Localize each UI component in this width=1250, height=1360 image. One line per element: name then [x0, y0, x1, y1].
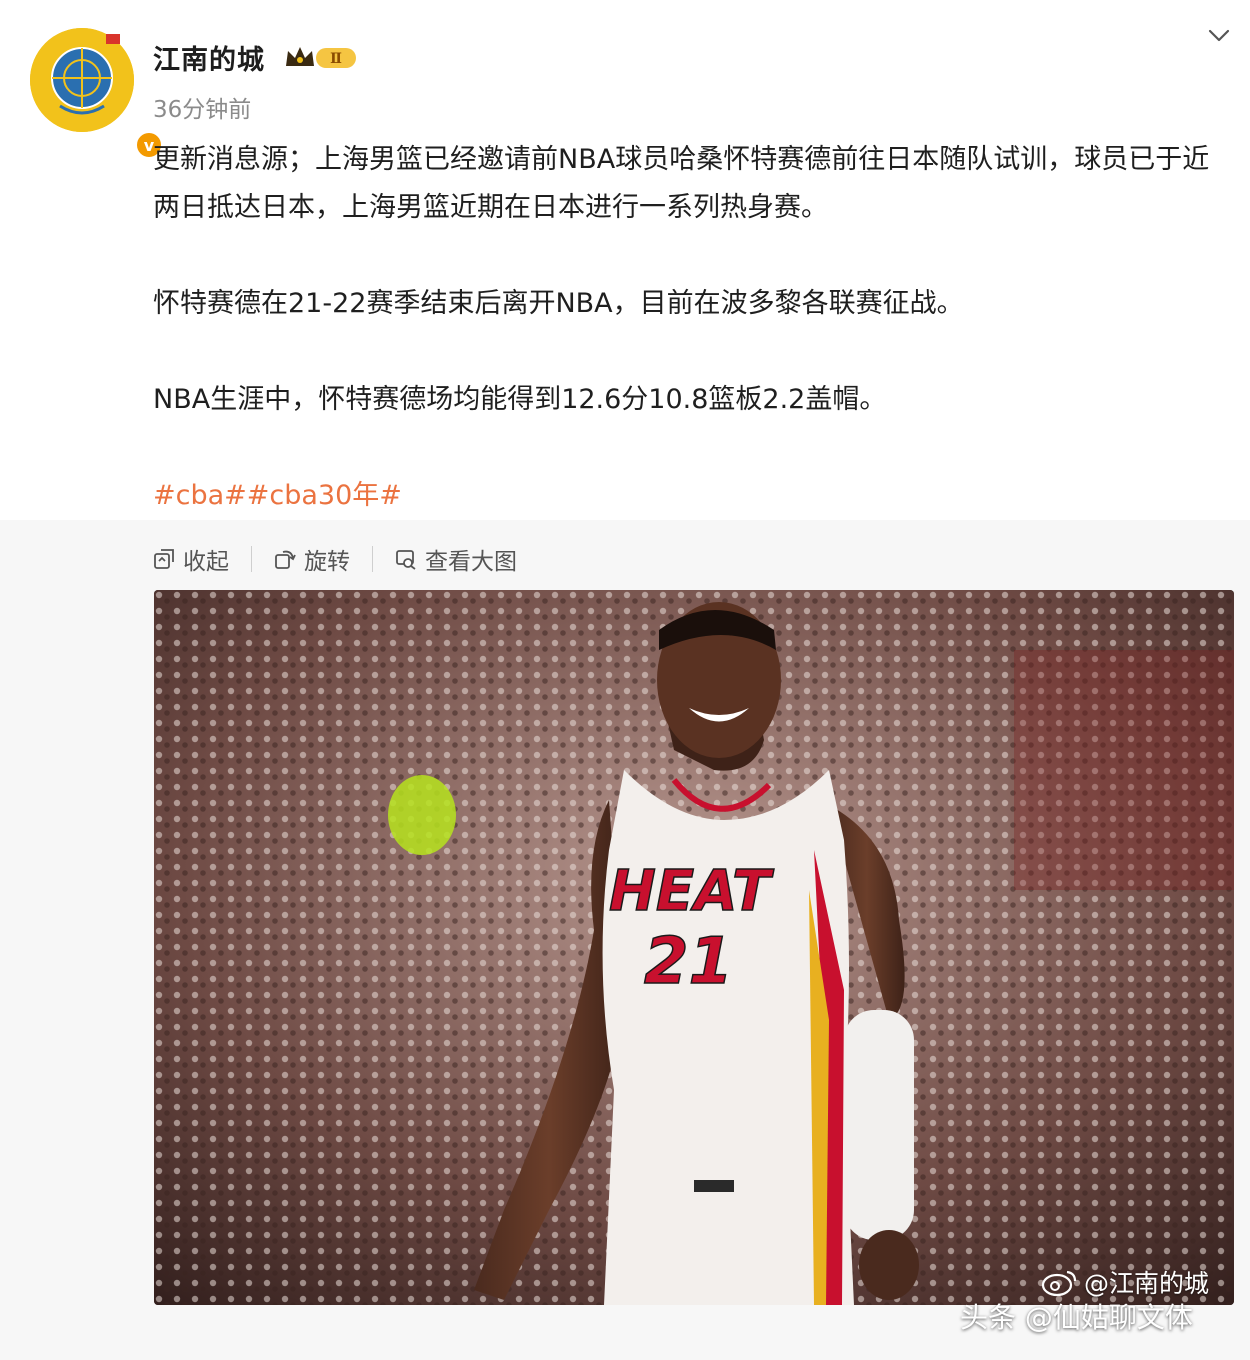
- weibo-watermark-text: @江南的城: [1084, 1269, 1210, 1298]
- weibo-post: v 江南的城 Ⅱ 36分钟前 更新消息源；上海男篮已经邀请前NBA球员哈桑怀特赛…: [0, 0, 1250, 1360]
- rotate-icon: [275, 550, 296, 569]
- collapse-icon: [154, 549, 174, 569]
- user-avatar[interactable]: v: [30, 28, 164, 160]
- bottom-divider: [0, 1346, 1250, 1360]
- weibo-watermark: @江南的城: [1040, 1264, 1209, 1300]
- view-large-icon: [396, 550, 416, 570]
- jersey-number-text: 21: [644, 925, 733, 999]
- member-crown-badge-icon[interactable]: Ⅱ: [284, 42, 358, 72]
- toutiao-watermark-text: 头条 @仙姑聊文体: [960, 1301, 1193, 1334]
- post-timestamp: 36分钟前: [153, 97, 252, 123]
- collapse-button[interactable]: 收起: [153, 542, 229, 576]
- jersey-team-text: HEAT: [609, 859, 774, 924]
- view-large-label: 查看大图: [425, 549, 517, 575]
- weibo-logo-icon: [1041, 1270, 1077, 1297]
- post-image[interactable]: HEAT 21: [154, 590, 1234, 1305]
- image-toolbar: 收起 旋转 查看大图: [153, 540, 517, 578]
- rotate-button[interactable]: 旋转: [274, 542, 350, 576]
- member-level: Ⅱ: [330, 51, 342, 67]
- post-paragraph: NBA生涯中，怀特赛德场均能得到12.6分10.8篮板2.2盖帽。: [153, 384, 887, 415]
- rotate-label: 旋转: [304, 549, 350, 575]
- toolbar-divider: [251, 546, 252, 572]
- view-large-image-button[interactable]: 查看大图: [395, 542, 517, 576]
- chevron-down-icon[interactable]: [1206, 22, 1232, 48]
- username[interactable]: 江南的城: [153, 38, 265, 77]
- hashtag-links[interactable]: #cba##cba30年#: [153, 472, 402, 520]
- post-paragraph: 怀特赛德在21-22赛季结束后离开NBA，目前在波多黎各联赛征战。: [153, 288, 964, 319]
- toolbar-divider: [372, 546, 373, 572]
- collapse-label: 收起: [183, 549, 229, 575]
- post-paragraph: 更新消息源；上海男篮已经邀请前NBA球员哈桑怀特赛德前往日本随队试训，球员已于近…: [153, 144, 1210, 223]
